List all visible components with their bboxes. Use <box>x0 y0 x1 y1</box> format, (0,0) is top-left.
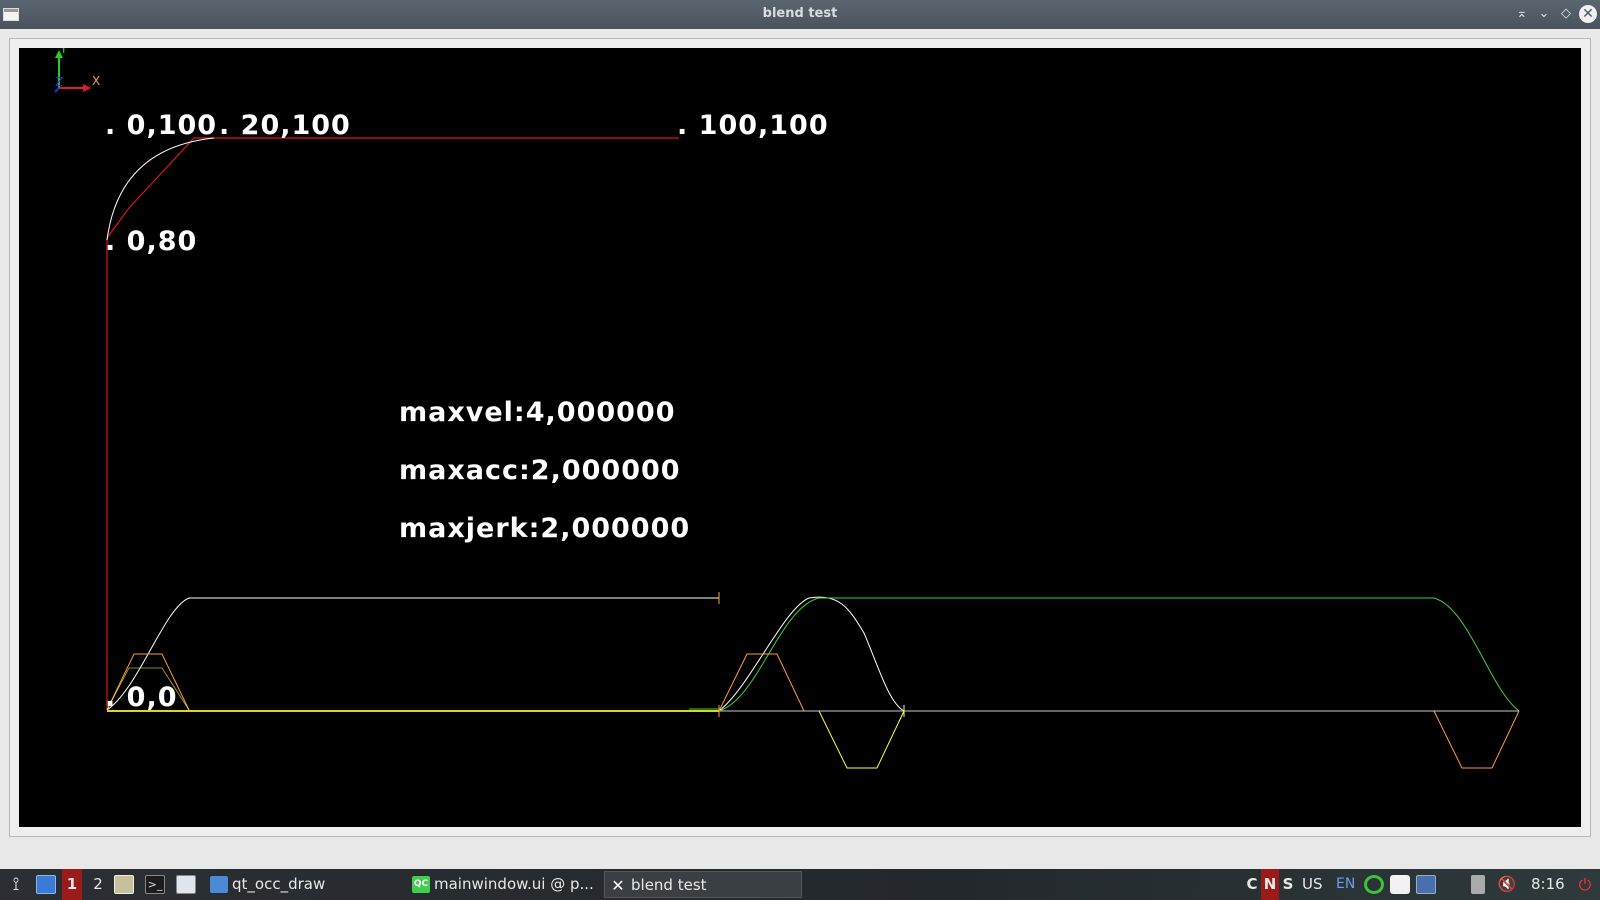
x-axis-arrow <box>83 84 91 92</box>
clipboard-icon[interactable] <box>1390 875 1410 894</box>
acceleration-profile-4 <box>1433 710 1520 769</box>
show-desktop-icon[interactable] <box>36 875 56 894</box>
task-qt-occ-draw[interactable]: qt_occ_draw <box>206 871 333 898</box>
indicator-n[interactable]: N <box>1261 869 1279 900</box>
workspace-2[interactable]: 2 <box>88 869 108 900</box>
plot-canvas <box>54 50 1520 769</box>
maxacc-label: maxacc:2,000000 <box>399 455 681 486</box>
maxvel-label: maxvel:4,000000 <box>399 397 676 428</box>
x-window-icon: ✕ <box>611 876 625 895</box>
qt-creator-icon: QC <box>412 876 430 893</box>
window-title: blend test <box>762 6 838 21</box>
z-axis-label: Z <box>55 75 64 89</box>
task-blend-test[interactable]: ✕ blend test <box>604 871 802 898</box>
start-menu-icon[interactable]: ⟟ <box>4 869 28 900</box>
close-icon[interactable]: ✕ <box>1579 5 1597 23</box>
blend-arc <box>106 137 215 241</box>
power-icon[interactable]: ⏻ <box>1574 869 1596 900</box>
keyboard-layout[interactable]: US <box>1302 869 1323 900</box>
velocity-profile-1 <box>106 597 719 711</box>
point-label-0-80: . 0,80 <box>105 226 198 257</box>
folder-icon <box>210 876 228 893</box>
minimize-icon[interactable]: ⌄ <box>1535 5 1553 23</box>
battery-icon[interactable] <box>1471 875 1485 894</box>
keep-above-icon[interactable]: ⌅ <box>1513 5 1531 23</box>
point-label-0-100: . 0,100 <box>105 110 218 141</box>
x-axis-label: X <box>92 74 101 88</box>
language-indicator[interactable]: EN <box>1336 869 1355 900</box>
indicator-c[interactable]: C <box>1245 869 1259 900</box>
clock[interactable]: 8:16 <box>1531 869 1565 900</box>
acceleration-profile-3 <box>818 710 905 769</box>
taskbar: ⟟ 1 2 >_ qt_occ_draw QC mainwindow.ui @ … <box>0 869 1600 900</box>
task-label: qt_occ_draw <box>232 875 326 893</box>
volume-muted-icon[interactable]: 🔇 <box>1497 869 1517 900</box>
network-icon[interactable] <box>1364 875 1384 894</box>
maxjerk-label: maxjerk:2,000000 <box>399 513 691 544</box>
y-axis-label: Y <box>60 48 68 56</box>
task-label: mainwindow.ui @ p... <box>434 875 594 893</box>
position-profile <box>718 597 1520 712</box>
acceleration-profile-2 <box>718 653 805 712</box>
indicator-s[interactable]: S <box>1281 869 1295 900</box>
maximize-icon[interactable]: ◇ <box>1557 5 1575 23</box>
velocity-profile-2 <box>718 596 1519 712</box>
point-label-0-0: . 0,0 <box>105 682 178 713</box>
workspace-1[interactable]: 1 <box>62 869 82 900</box>
file-manager-icon[interactable] <box>114 875 134 894</box>
task-mainwindow-ui[interactable]: QC mainwindow.ui @ p... <box>408 871 602 898</box>
occ-viewport[interactable]: Y X Z . 0,100 . 20,100 . 100,100 . 0,80 … <box>19 48 1581 827</box>
task-label: blend test <box>631 876 707 894</box>
notification-icon[interactable] <box>1416 875 1436 894</box>
point-label-100-100: . 100,100 <box>677 110 829 141</box>
text-editor-icon[interactable] <box>176 875 196 894</box>
terminal-icon[interactable]: >_ <box>145 875 165 894</box>
window-titlebar: blend test ⌅ ⌄ ◇ ✕ <box>0 0 1600 29</box>
point-label-20-100: . 20,100 <box>219 110 351 141</box>
